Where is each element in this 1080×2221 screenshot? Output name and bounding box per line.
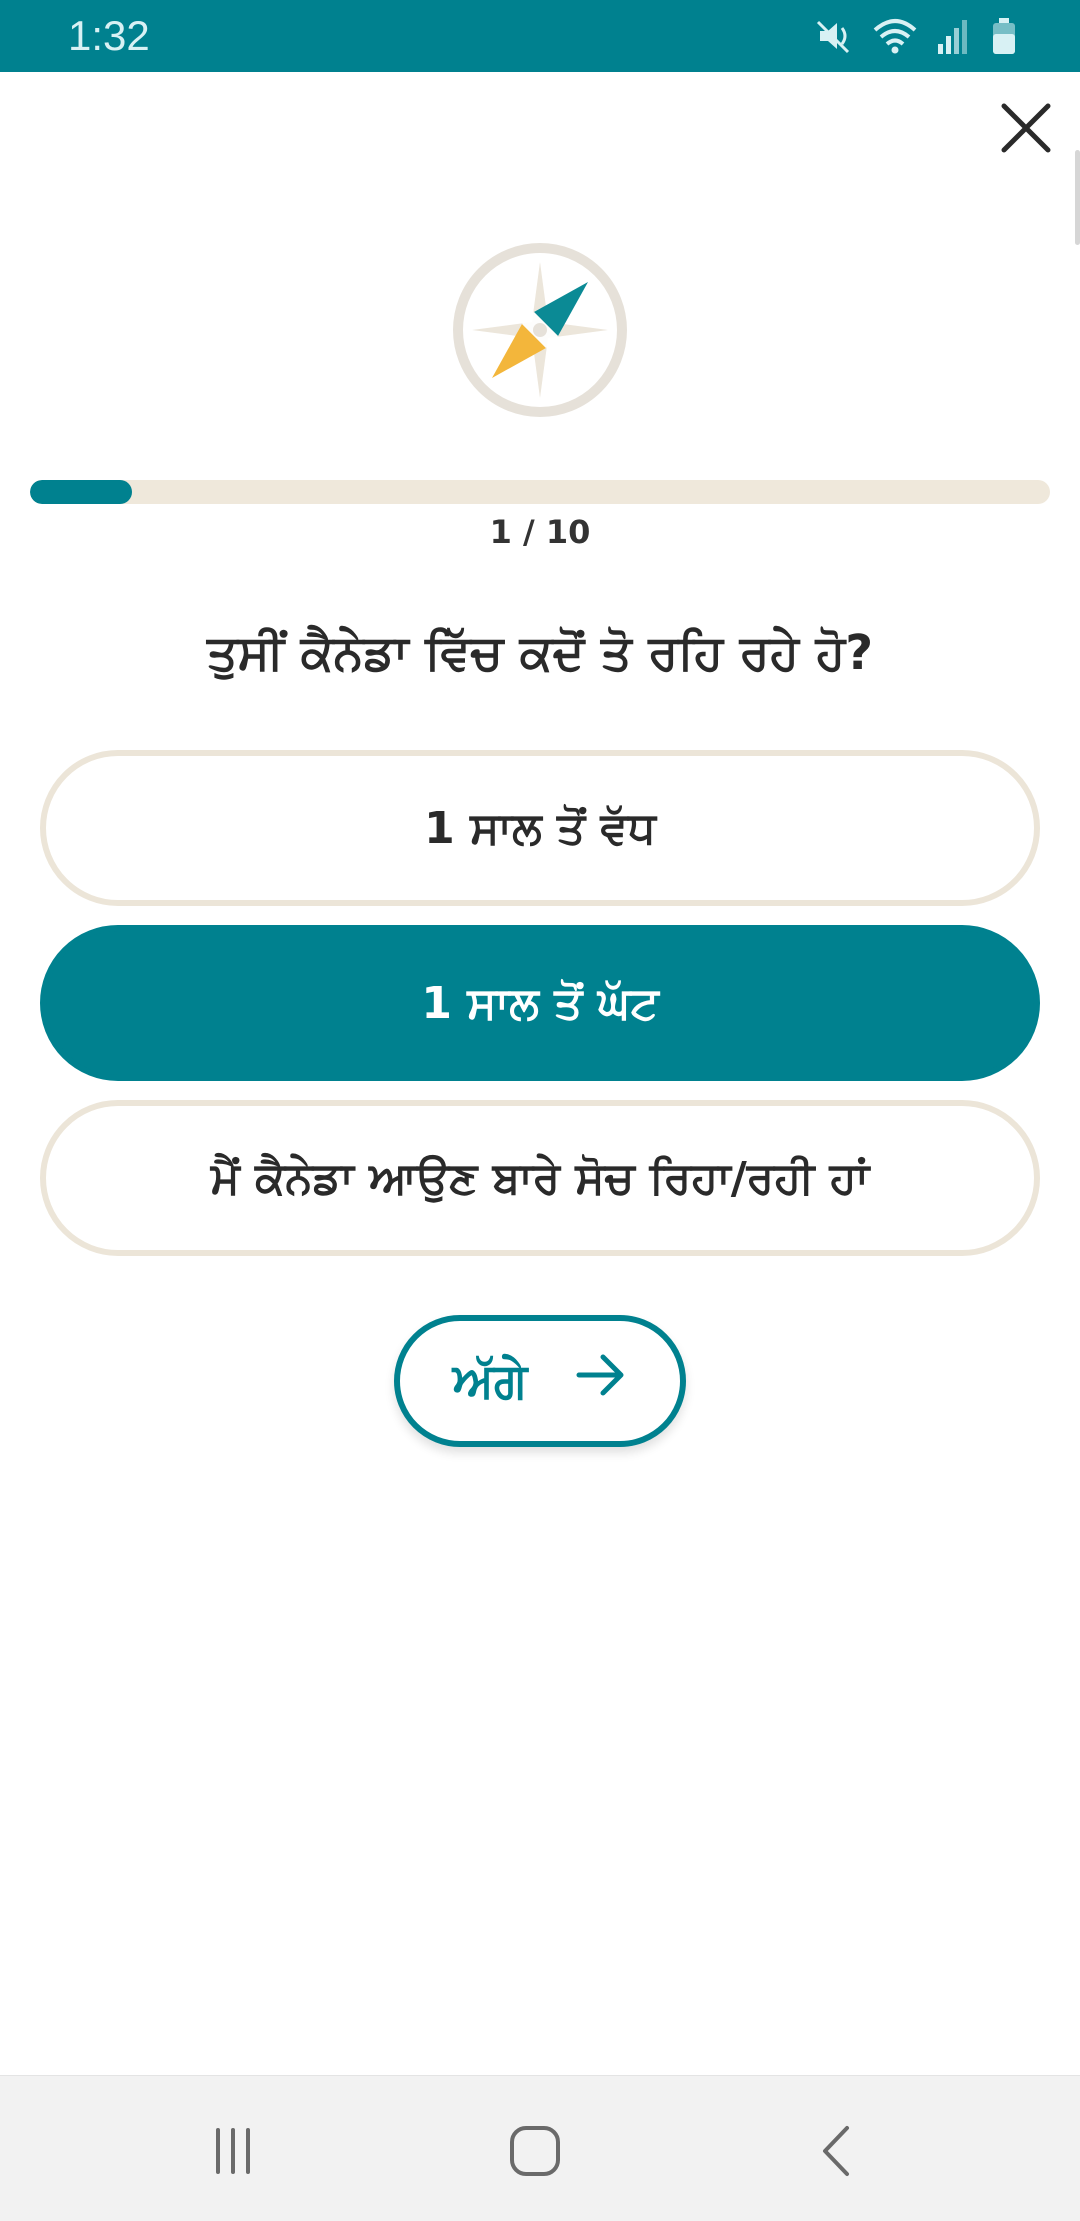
close-button[interactable]	[996, 98, 1056, 158]
option-label: 1 ਸਾਲ ਤੋਂ ਵੱਧ	[424, 802, 656, 854]
status-icons	[814, 14, 1018, 58]
back-icon	[823, 2126, 849, 2176]
progress-label: 1 / 10	[489, 513, 591, 551]
compass-logo	[450, 240, 630, 420]
next-button[interactable]: ਅੱਗੇ	[394, 1315, 686, 1447]
scroll-indicator	[1075, 150, 1080, 245]
option-label: ਮੈਂ ਕੈਨੇਡਾ ਆਉਣ ਬਾਰੇ ਸੋਚ ਰਿਹਾ/ਰਹੀ ਹਾਂ	[210, 1152, 870, 1204]
option-button[interactable]: 1 ਸਾਲ ਤੋਂ ਘੱਟ	[40, 925, 1040, 1081]
option-button[interactable]: ਮੈਂ ਕੈਨੇਡਾ ਆਉਣ ਬਾਰੇ ਸੋਚ ਰਿਹਾ/ਰਹੀ ਹਾਂ	[40, 1100, 1040, 1256]
progress-fill	[30, 480, 132, 504]
arrow-right-icon	[575, 1353, 627, 1409]
battery-icon	[990, 16, 1018, 56]
progress-bar	[30, 480, 1050, 504]
wifi-icon	[872, 16, 918, 56]
close-icon	[1001, 103, 1051, 153]
option-button[interactable]: 1 ਸਾਲ ਤੋਂ ਵੱਧ	[40, 750, 1040, 906]
home-icon	[510, 2126, 560, 2176]
recent-apps-icon	[216, 2128, 250, 2174]
recent-apps-button[interactable]	[188, 2116, 278, 2186]
signal-icon	[936, 16, 972, 56]
status-bar: 1:32	[0, 0, 1080, 72]
next-button-label: ਅੱਗੇ	[452, 1352, 528, 1409]
option-label: 1 ਸਾਲ ਤੋਂ ਘੱਟ	[421, 977, 659, 1029]
mute-icon	[814, 16, 854, 56]
navigation-bar	[0, 2075, 1080, 2221]
home-button[interactable]	[490, 2116, 580, 2186]
question-title: ਤੁਸੀਂ ਕੈਨੇਡਾ ਵਿੱਚ ਕਦੋਂ ਤੋ ਰਹਿ ਰਹੇ ਹੋ?	[206, 625, 874, 681]
status-time: 1:32	[68, 12, 150, 59]
back-button[interactable]	[792, 2116, 882, 2186]
